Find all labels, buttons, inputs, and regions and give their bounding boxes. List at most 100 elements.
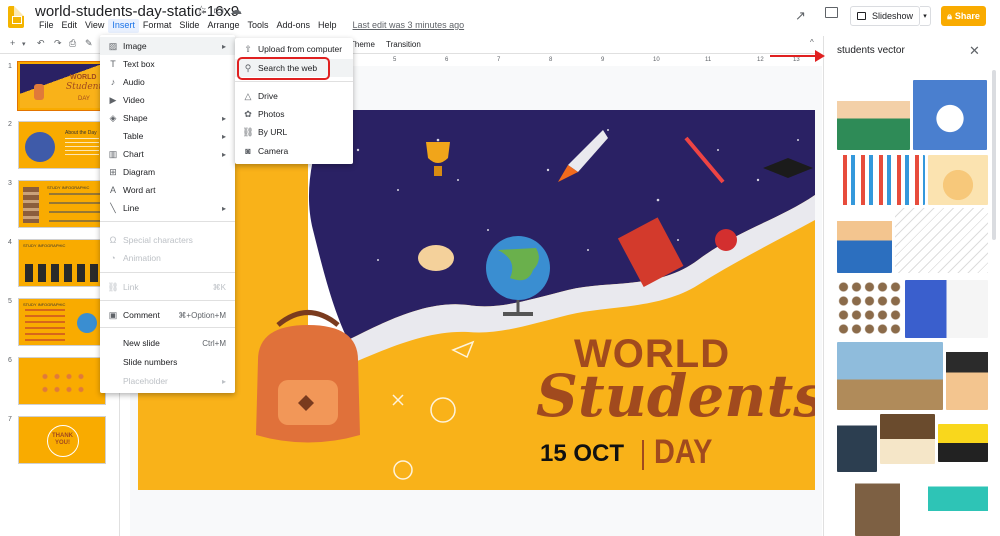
share-button[interactable]: 🔒︎ Share [941,6,986,26]
insert-video-item[interactable]: ▶ Video [100,91,235,109]
slide-thumbnail-3[interactable]: STUDY INFOGRAPHIC [18,180,106,228]
close-icon[interactable]: ✕ [969,43,980,59]
insert-diagram-item[interactable]: ⊞ Diagram [100,163,235,181]
menu-help[interactable]: Help [314,19,341,33]
search-result-image[interactable] [880,414,935,464]
search-result-image[interactable] [837,155,925,205]
comment-icon: ▣ [108,309,118,320]
collapse-toolbar-icon[interactable]: ^ [810,38,814,47]
thumb-lines [49,193,103,223]
insert-audio-item[interactable]: ♪ Audio [100,73,235,91]
lock-icon: 🔒︎ [947,10,952,21]
activity-dashboard-icon[interactable]: ↗ [795,8,806,24]
comment-history-icon[interactable] [825,7,838,18]
camera-item[interactable]: ◙ Camera [235,142,353,160]
menu-view[interactable]: View [81,19,108,33]
redo-icon[interactable]: ↷ [54,38,62,49]
print-icon[interactable]: ⎙ [69,38,76,49]
transition-button[interactable]: Transition [386,40,421,49]
search-result-image[interactable] [837,208,892,273]
panel-scrollbar[interactable] [992,70,996,240]
document-title[interactable]: world-students-day-static-16x9 [35,3,239,20]
insert-comment-item[interactable]: ▣ Comment ⌘+Option+M [100,306,235,324]
search-result-image[interactable] [928,155,988,205]
thumb-lines [25,309,65,341]
title-bar: world-students-day-static-16x9 ☆ ▭ ☁ Fil… [0,0,1000,34]
menu-edit[interactable]: Edit [58,19,82,33]
theme-button[interactable]: Theme [350,40,375,49]
search-result-image[interactable] [855,474,900,536]
upload-from-computer-item[interactable]: ⇧ Upload from computer [235,40,353,58]
thumbnail-number: 7 [8,416,12,423]
slideshow-button[interactable]: Slideshow [850,6,920,26]
menu-tools[interactable]: Tools [243,19,272,33]
thumb-text: STUDY INFOGRAPHIC [23,243,66,248]
menu-arrange[interactable]: Arrange [203,19,243,33]
menu-format[interactable]: Format [139,19,176,33]
chart-icon: ▥ [108,148,118,159]
slide-thumbnail-2[interactable]: About the Day [18,121,106,169]
submenu-arrow-icon: ▸ [221,149,226,159]
slide-thumbnail-5[interactable]: STUDY INFOGRAPHIC [18,298,106,346]
annotation-highlight-box [237,57,330,80]
search-result-image[interactable] [938,424,988,462]
search-result-image[interactable] [837,280,902,338]
thumb-text: WORLD [70,74,97,81]
menu-addons[interactable]: Add-ons [272,19,314,33]
slide-date[interactable]: 15 OCT [540,440,624,468]
search-result-image[interactable] [946,342,988,410]
photos-item[interactable]: ✿ Photos [235,105,353,123]
menu-separator [100,272,235,273]
slides-logo-icon[interactable] [8,6,24,28]
menu-insert[interactable]: Insert [108,19,139,33]
slideshow-dropdown-icon[interactable]: ▾ [920,6,931,26]
image-search-input[interactable]: students vector [837,45,905,56]
search-result-image[interactable] [905,280,988,338]
menu-item-label: Shape [123,113,148,123]
insert-word-art-item[interactable]: A Word art [100,181,235,199]
search-result-image[interactable] [837,80,910,150]
insert-chart-item[interactable]: ▥ Chart ▸ [100,145,235,163]
by-url-item[interactable]: ⛓ By URL [235,123,353,141]
move-folder-icon[interactable]: ▭ [213,3,224,17]
new-slide-icon[interactable]: + [10,38,15,48]
drive-icon: △ [244,90,252,101]
menu-item-label: Placeholder [123,376,168,386]
word-art-icon: A [109,185,116,195]
thumb-books [23,187,39,223]
insert-text-box-item[interactable]: T Text box [100,55,235,73]
insert-shape-item[interactable]: ◈ Shape ▸ [100,109,235,127]
star-icon[interactable]: ☆ [196,3,207,17]
shortcut-label: ⌘+Option+M [178,310,226,320]
drive-item[interactable]: △ Drive [235,87,353,105]
thumb-icons [39,370,87,396]
search-result-image[interactable] [895,208,988,273]
slide-thumbnail-1[interactable]: WORLD Students DAY [17,61,107,111]
insert-image-item[interactable]: ▨ Image ▸ [100,37,235,55]
search-result-image[interactable] [928,474,988,536]
menu-slide[interactable]: Slide [175,19,203,33]
slide-thumbnail-6[interactable] [18,357,106,405]
new-slide-dropdown-icon[interactable]: ▾ [22,40,26,48]
menu-file[interactable]: File [35,19,58,33]
insert-new-slide-item[interactable]: New slide Ctrl+M [100,334,235,352]
insert-table-item[interactable]: Table ▸ [100,127,235,145]
slide-title-students[interactable]: Students [536,362,815,430]
search-result-image[interactable] [837,342,943,410]
slide-day[interactable]: DAY [654,433,712,472]
search-result-image[interactable] [913,80,987,150]
menu-separator [100,327,235,328]
slide-thumbnail-7[interactable]: THANK YOU! [18,416,106,464]
last-edit-link[interactable]: Last edit was 3 minutes ago [349,19,469,33]
ruler-tick: 5 [393,57,397,63]
slide-thumbnail-4[interactable]: STUDY INFOGRAPHIC [18,239,106,287]
slide-canvas[interactable]: WORLD Students 15 OCT DAY [138,110,815,490]
insert-line-item[interactable]: ╲ Line ▸ [100,199,235,217]
search-result-image[interactable] [837,414,877,472]
camera-icon: ◙ [245,146,251,156]
thumb-text: THANK [52,433,73,439]
insert-slide-numbers-item[interactable]: Slide numbers [100,353,235,371]
paint-format-icon[interactable]: ✎ [85,38,93,49]
undo-icon[interactable]: ↶ [37,38,45,49]
menu-item-label: Image [123,41,147,51]
